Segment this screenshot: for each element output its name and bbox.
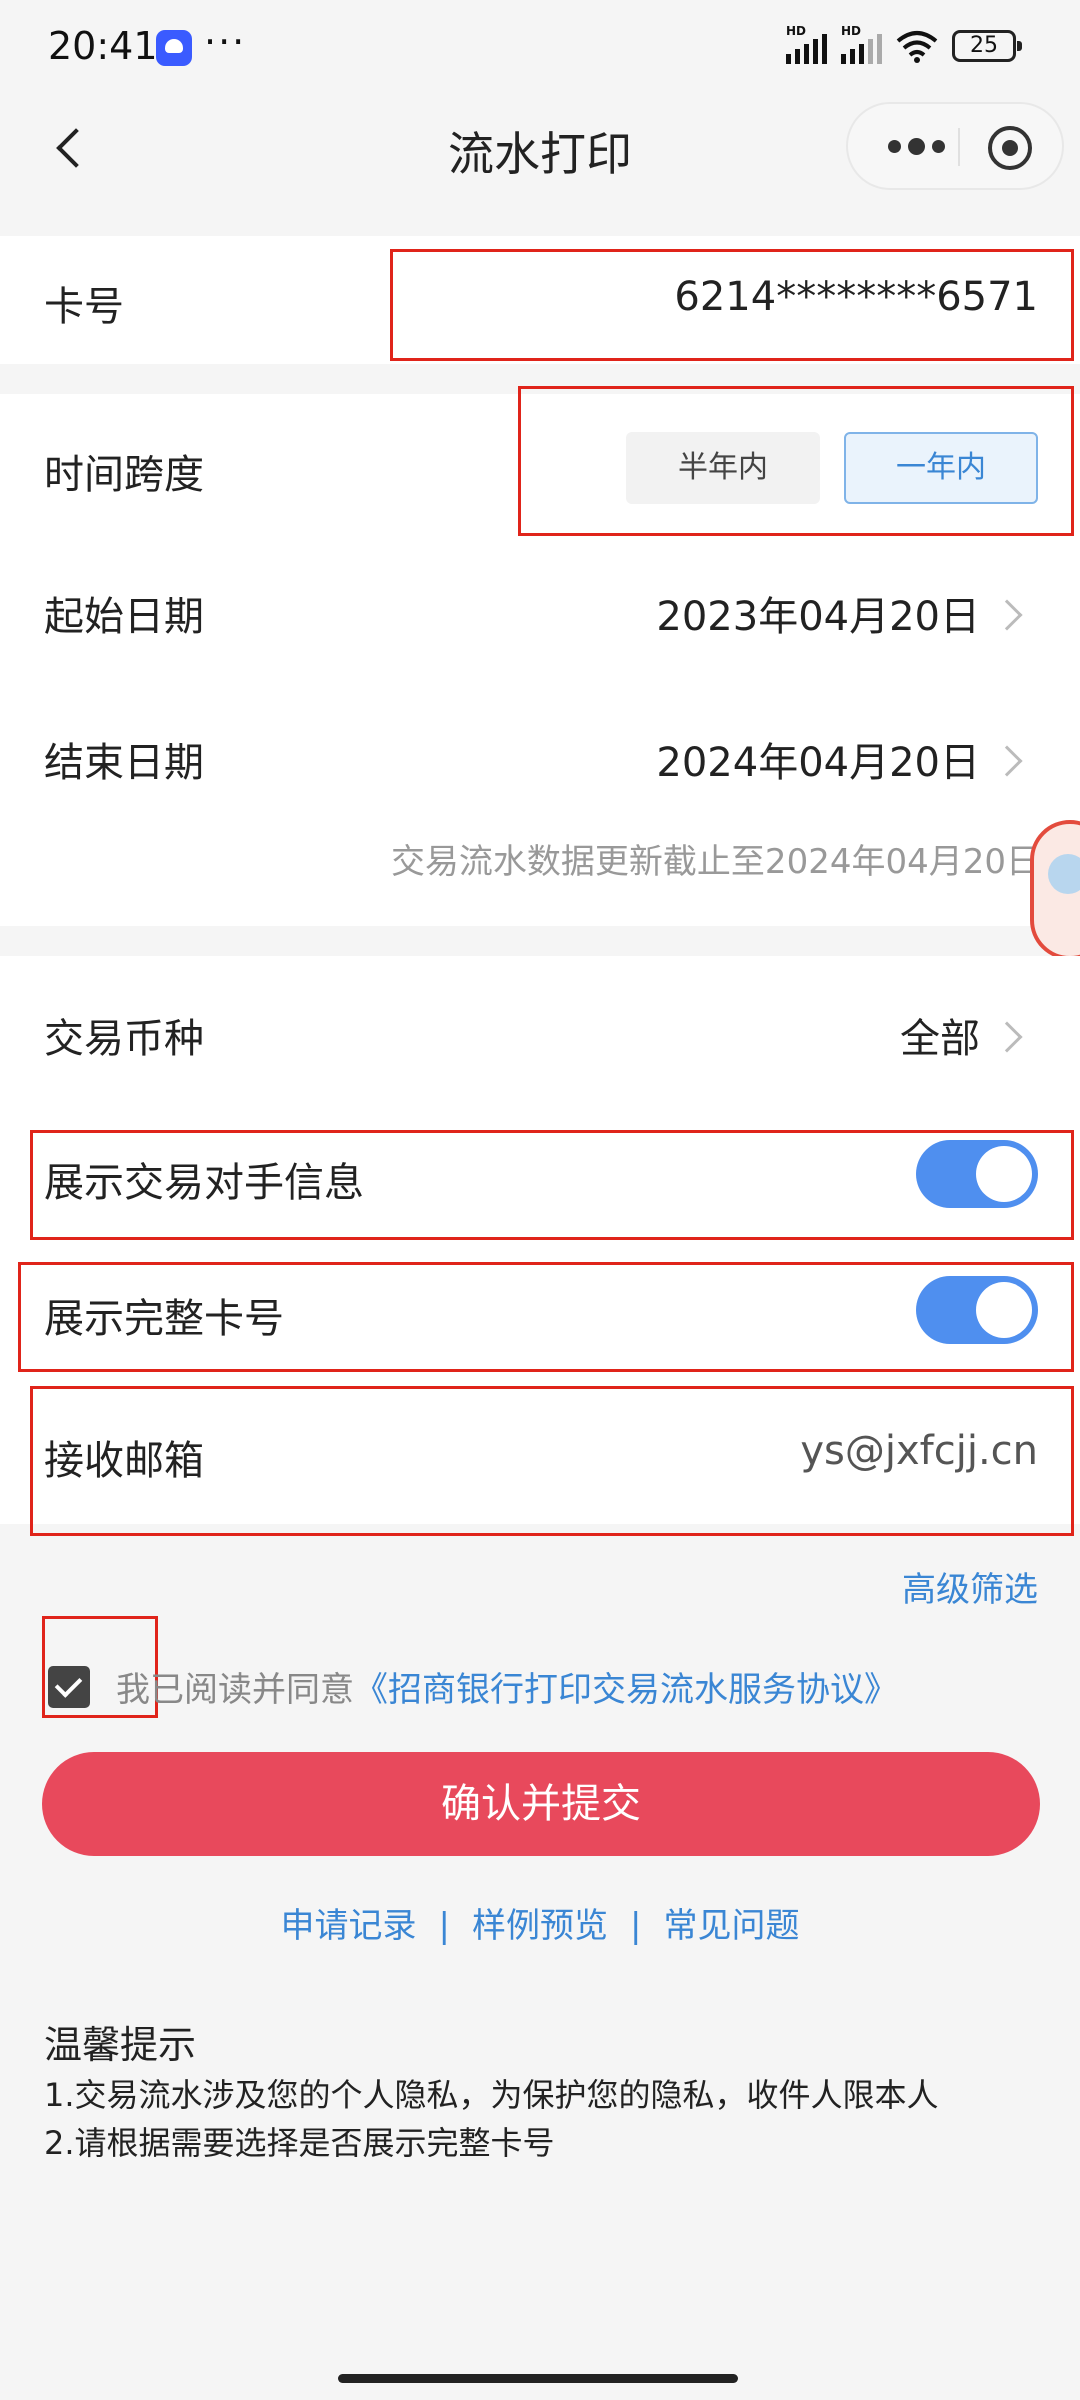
wifi-icon [896, 31, 938, 63]
counterparty-row: 展示交易对手信息 [0, 1100, 1080, 1244]
full-card-toggle[interactable] [916, 1276, 1038, 1344]
close-miniapp-icon[interactable] [988, 126, 1032, 170]
agreement-text: 我已阅读并同意《招商银行打印交易流水服务协议》 [116, 1662, 898, 1711]
card-number[interactable]: 6214********6571 [674, 274, 1038, 320]
status-time: 20:41 [48, 24, 158, 68]
advanced-filter-link[interactable]: 高级筛选 [902, 1562, 1038, 1611]
start-date-value[interactable]: 2023年04月20日 [656, 584, 980, 642]
agreement-prefix: 我已阅读并同意 [116, 1670, 354, 1710]
capsule-divider [958, 128, 960, 166]
link-separator: | [438, 1906, 450, 1946]
miniapp-capsule [846, 102, 1064, 190]
date-section: 时间跨度 半年内 一年内 起始日期 2023年04月20日 结束日期 2024年… [0, 394, 1080, 926]
update-note: 交易流水数据更新截止至2024年04月20日 [390, 842, 1040, 882]
tip-item: 2.请根据需要选择是否展示完整卡号 [44, 2124, 555, 2162]
time-span-label: 时间跨度 [44, 452, 204, 498]
currency-value[interactable]: 全部 [900, 1006, 980, 1064]
home-indicator[interactable] [338, 2374, 738, 2383]
nav-bar: 流水打印 [0, 98, 1080, 198]
card-label: 卡号 [44, 284, 124, 330]
counterparty-toggle[interactable] [916, 1140, 1038, 1208]
tips-title: 温馨提示 [44, 2023, 197, 2067]
apply-records-link[interactable]: 申请记录 [281, 1906, 417, 1946]
chevron-right-icon [991, 1021, 1023, 1053]
status-bar: 20:41 ··· HD HD 25 [0, 0, 1080, 98]
signal-icon-2: HD [841, 24, 882, 64]
chevron-right-icon [991, 745, 1023, 777]
sample-preview-link[interactable]: 样例预览 [472, 1906, 608, 1946]
end-date-value[interactable]: 2024年04月20日 [656, 730, 980, 788]
agreement-checkbox[interactable] [48, 1666, 90, 1708]
start-date-row[interactable]: 起始日期 2023年04月20日 [0, 542, 1080, 688]
app-notification-icon [156, 30, 192, 66]
floating-assistant-icon[interactable] [1030, 820, 1080, 960]
more-notifications-icon: ··· [204, 20, 247, 64]
email-row: 接收邮箱 ys@jxfcjj.cn [0, 1388, 1080, 1524]
option-one-year[interactable]: 一年内 [844, 432, 1038, 504]
signal-icon: HD [786, 24, 827, 64]
full-card-label: 展示完整卡号 [44, 1296, 284, 1342]
full-card-row: 展示完整卡号 [0, 1244, 1080, 1388]
end-date-label: 结束日期 [44, 740, 204, 786]
submit-button[interactable]: 确认并提交 [42, 1752, 1040, 1856]
currency-row[interactable]: 交易币种 全部 [0, 956, 1080, 1100]
time-span-row: 时间跨度 半年内 一年内 [0, 394, 1080, 542]
end-date-row[interactable]: 结束日期 2024年04月20日 [0, 688, 1080, 834]
start-date-label: 起始日期 [44, 594, 204, 640]
email-input[interactable]: ys@jxfcjj.cn [800, 1428, 1038, 1474]
counterparty-label: 展示交易对手信息 [44, 1160, 364, 1206]
footer-links: 申请记录 | 样例预览 | 常见问题 [0, 1898, 1080, 1947]
faq-link[interactable]: 常见问题 [663, 1906, 799, 1946]
card-section: 卡号 6214********6571 [0, 236, 1080, 364]
currency-label: 交易币种 [44, 1016, 204, 1062]
link-separator: | [630, 1906, 642, 1946]
more-icon[interactable] [868, 104, 964, 188]
agreement-link[interactable]: 《招商银行打印交易流水服务协议》 [354, 1670, 898, 1710]
tip-item: 1.交易流水涉及您的个人隐私，为保护您的隐私，收件人限本人 [44, 2076, 939, 2114]
email-label: 接收邮箱 [44, 1438, 204, 1484]
battery-icon: 25 [952, 30, 1022, 62]
options-section: 交易币种 全部 展示交易对手信息 展示完整卡号 接收邮箱 ys@jxfcjj.c… [0, 956, 1080, 1524]
chevron-right-icon [991, 599, 1023, 631]
status-icons: HD HD 25 [786, 24, 1022, 64]
option-half-year[interactable]: 半年内 [626, 432, 820, 504]
